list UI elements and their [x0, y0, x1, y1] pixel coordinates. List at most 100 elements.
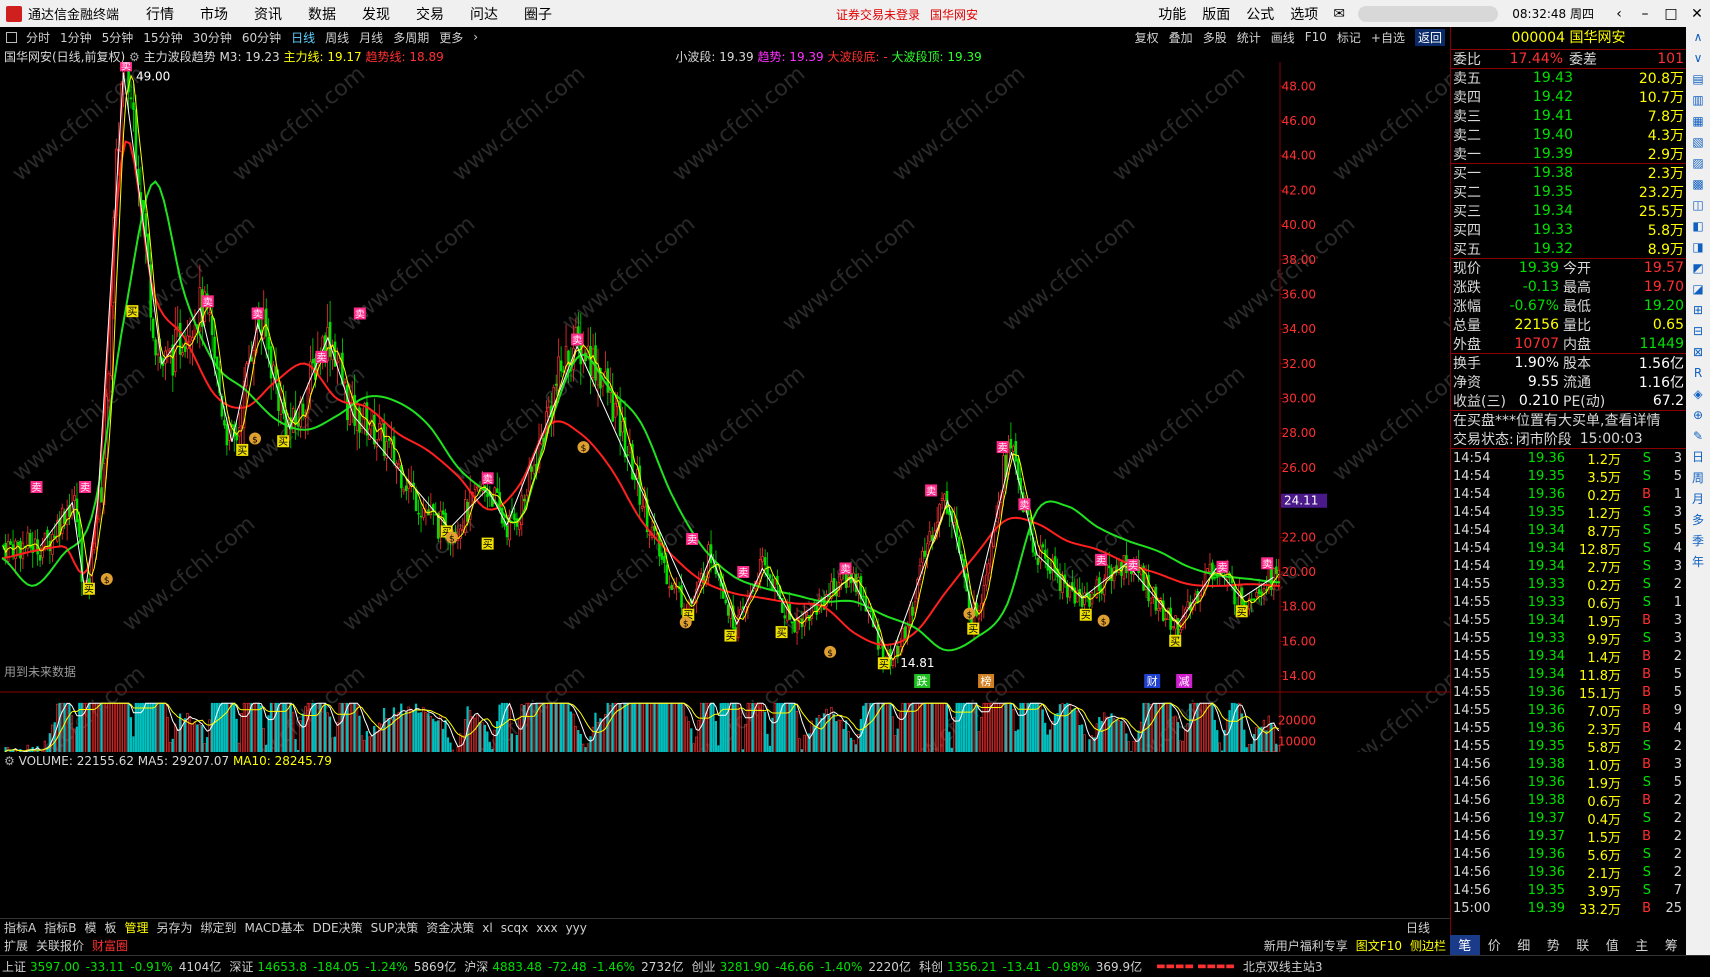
sidebar-link[interactable]: 侧边栏 — [1410, 937, 1446, 954]
quote-tab[interactable]: 势 — [1539, 935, 1569, 955]
index-name[interactable]: 创业 — [692, 958, 716, 975]
menu-discover[interactable]: 发现 — [362, 4, 390, 24]
indicator-tab[interactable]: xl — [482, 921, 492, 935]
tool-icon[interactable]: ▥ — [1692, 90, 1703, 111]
indicator-tab[interactable]: yyy — [566, 921, 587, 935]
back-icon[interactable]: ‹ — [1606, 6, 1632, 22]
btn-multi-stock[interactable]: 多股 — [1203, 29, 1227, 46]
ext-related[interactable]: 关联报价 — [36, 937, 84, 954]
newuser-ad[interactable]: 新用户福利专享 — [1264, 937, 1348, 954]
quote-tab[interactable]: 细 — [1509, 935, 1539, 955]
period-side-tab[interactable]: 日 — [1692, 447, 1704, 468]
tool-icon[interactable]: ▧ — [1692, 132, 1703, 153]
tool-icon[interactable]: ◈ — [1693, 384, 1702, 405]
f10-link[interactable]: 图文F10 — [1356, 937, 1402, 954]
btn-back[interactable]: 返回 — [1414, 28, 1445, 46]
period-more[interactable]: 更多 — [439, 29, 463, 46]
indicator-tab[interactable]: 另存为 — [157, 919, 193, 936]
btn-f10[interactable]: F10 — [1305, 30, 1327, 44]
kline-chart[interactable]: www.cfchi.com www.cfchi.com www.cfchi.com w… — [0, 62, 1450, 752]
tool-icon[interactable]: ▩ — [1692, 174, 1703, 195]
period-week[interactable]: 周线 — [325, 29, 349, 46]
index-name[interactable]: 沪深 — [464, 958, 488, 975]
tool-icon[interactable]: R — [1694, 363, 1702, 384]
quote-tab[interactable]: 筹 — [1657, 935, 1687, 955]
menu-options[interactable]: 选项 — [1290, 4, 1318, 24]
btn-overlay[interactable]: 叠加 — [1169, 29, 1193, 46]
ext-expand[interactable]: 扩展 — [4, 937, 28, 954]
tool-icon[interactable]: ◧ — [1692, 216, 1703, 237]
menu-data[interactable]: 数据 — [308, 4, 336, 24]
tool-icon[interactable]: ▤ — [1692, 69, 1703, 90]
index-name[interactable]: 深证 — [229, 958, 253, 975]
period-multi[interactable]: 多周期 — [393, 29, 429, 46]
btn-draw[interactable]: 画线 — [1271, 29, 1295, 46]
period-side-tab[interactable]: 年 — [1692, 552, 1704, 573]
indicator-tab[interactable]: MACD基本 — [245, 919, 305, 936]
tool-icon[interactable]: ⊟ — [1693, 321, 1703, 342]
period-5min[interactable]: 5分钟 — [102, 29, 134, 46]
period-side-tab[interactable]: 季 — [1692, 531, 1704, 552]
menu-ask[interactable]: 问达 — [470, 4, 498, 24]
toggle-panel-icon[interactable] — [6, 31, 17, 43]
btn-stats[interactable]: 统计 — [1237, 29, 1261, 46]
period-60min[interactable]: 60分钟 — [242, 29, 281, 46]
tool-icon[interactable]: ◫ — [1692, 195, 1703, 216]
btn-add-watch[interactable]: +自选 — [1371, 29, 1405, 46]
menu-function[interactable]: 功能 — [1158, 4, 1186, 24]
menu-news[interactable]: 资讯 — [254, 4, 282, 24]
index-name[interactable]: 上证 — [2, 958, 26, 975]
period-15min[interactable]: 15分钟 — [143, 29, 182, 46]
minimize-icon[interactable]: – — [1632, 6, 1658, 22]
volume-settings-icon[interactable]: ⚙ — [4, 754, 15, 768]
period-side-tab[interactable]: 周 — [1692, 468, 1704, 489]
user-info[interactable] — [1358, 5, 1499, 22]
ext-wealth[interactable]: 财富圈 — [92, 937, 128, 954]
quote-tab[interactable]: 值 — [1598, 935, 1628, 955]
period-1min[interactable]: 1分钟 — [60, 29, 92, 46]
tool-icon[interactable]: ◨ — [1692, 237, 1703, 258]
indicator-tab[interactable]: 模 — [84, 919, 96, 936]
quote-tab[interactable]: 价 — [1480, 935, 1510, 955]
quote-tab[interactable]: 联 — [1568, 935, 1598, 955]
maximize-icon[interactable]: □ — [1658, 6, 1684, 22]
tool-icon[interactable]: ◪ — [1692, 279, 1703, 300]
indicator-tab[interactable]: 板 — [104, 919, 116, 936]
tool-icon[interactable]: ∨ — [1694, 48, 1703, 69]
indicator-tab[interactable]: 指标A — [4, 919, 36, 936]
indicator-tab[interactable]: scqx — [501, 921, 529, 935]
tool-icon[interactable]: ▦ — [1692, 111, 1703, 132]
tool-icon[interactable]: ⊞ — [1693, 300, 1703, 321]
login-warning[interactable]: 证券交易未登录 国华网安 — [836, 6, 978, 23]
period-day[interactable]: 日线 — [291, 29, 315, 46]
period-tick[interactable]: 分时 — [26, 29, 50, 46]
tool-icon[interactable]: ∧ — [1694, 27, 1703, 48]
chevron-right-icon[interactable]: › — [473, 30, 478, 44]
indicator-tab[interactable]: 资金决策 — [426, 919, 474, 936]
btn-adjust[interactable]: 复权 — [1135, 29, 1159, 46]
indicator-tab[interactable]: xxx — [536, 921, 557, 935]
tool-icon[interactable]: ⊠ — [1693, 342, 1703, 363]
indicator-tab[interactable]: 指标B — [44, 919, 76, 936]
tool-icon[interactable]: ✎ — [1693, 426, 1703, 447]
menu-quotes[interactable]: 行情 — [146, 4, 174, 24]
quote-tab[interactable]: 主 — [1627, 935, 1657, 955]
tool-icon[interactable]: ⊕ — [1693, 405, 1703, 426]
period-side-tab[interactable]: 月 — [1692, 489, 1704, 510]
menu-trade[interactable]: 交易 — [416, 4, 444, 24]
menu-formula[interactable]: 公式 — [1246, 4, 1274, 24]
indicator-tab[interactable]: SUP决策 — [371, 919, 419, 936]
period-month[interactable]: 月线 — [359, 29, 383, 46]
mail-icon[interactable]: ✉ — [1326, 6, 1352, 22]
close-icon[interactable]: ✕ — [1684, 6, 1710, 22]
quote-tab[interactable]: 笔 — [1450, 935, 1480, 955]
tool-icon[interactable]: ◩ — [1692, 258, 1703, 279]
index-name[interactable]: 科创 — [919, 958, 943, 975]
notice-row[interactable]: 在买盘***位置有大买单,查看详情 — [1451, 410, 1686, 429]
menu-layout[interactable]: 版面 — [1202, 4, 1230, 24]
menu-market[interactable]: 市场 — [200, 4, 228, 24]
indicator-tab[interactable]: 管理 — [124, 919, 148, 936]
period-side-tab[interactable]: 多 — [1692, 510, 1704, 531]
indicator-tab[interactable]: 绑定到 — [201, 919, 237, 936]
btn-mark[interactable]: 标记 — [1337, 29, 1361, 46]
